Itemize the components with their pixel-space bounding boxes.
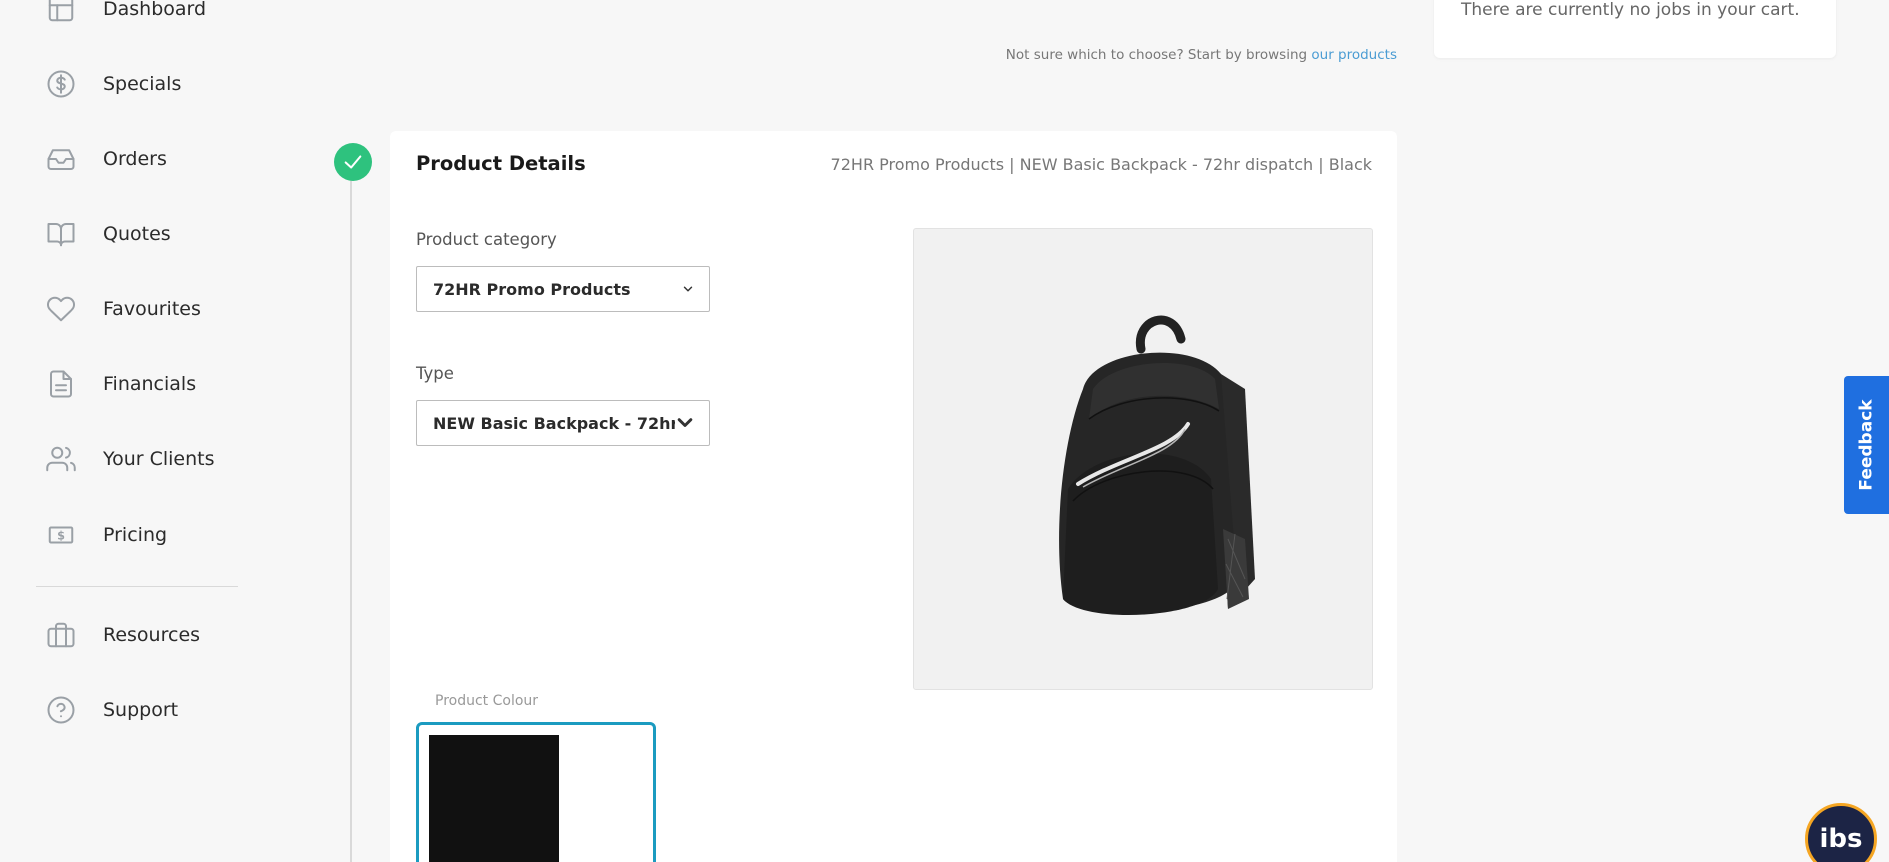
sidebar-item-specials[interactable]: Specials [44,64,181,104]
heart-icon [44,292,78,326]
help-circle-icon [44,693,78,727]
feedback-tab[interactable]: Feedback [1844,376,1889,514]
sidebar-item-support[interactable]: Support [44,690,178,730]
dashboard-icon [44,0,78,26]
sidebar-item-dashboard[interactable]: Dashboard [44,0,206,29]
cart-empty-text: There are currently no jobs in your cart… [1461,0,1800,20]
product-breadcrumb: 72HR Promo Products | NEW Basic Backpack… [830,155,1372,174]
product-colour-label: Product Colour [435,693,539,709]
backpack-image [1059,315,1255,616]
sidebar-item-resources[interactable]: Resources [44,615,200,655]
chevron-down-icon [683,286,693,292]
sidebar-item-financials[interactable]: Financials [44,364,196,404]
product-details-card: Product Details 72HR Promo Products | NE… [390,131,1397,862]
browse-hint: Not sure which to choose? Start by brows… [1006,47,1397,63]
sidebar-item-label: Support [103,699,179,721]
document-icon [44,367,78,401]
sidebar-item-label: Quotes [103,223,171,245]
step-line [350,178,352,862]
book-icon [44,217,78,251]
browse-hint-text: Not sure which to choose? Start by brows… [1005,47,1312,63]
page: Dashboard Specials Orders Quotes Favouri… [0,0,1889,862]
sidebar-item-orders[interactable]: Orders [44,139,167,179]
sidebar-item-label: Orders [103,148,167,170]
chevron-down-icon [677,418,693,427]
sidebar-item-pricing[interactable]: $ Pricing [44,515,167,555]
sidebar-divider [36,586,238,587]
colour-chip [429,735,559,862]
sidebar-item-label: Specials [103,73,182,95]
ibs-logo-text: ibs [1819,824,1863,854]
our-products-link[interactable]: our products [1311,47,1397,63]
sidebar-item-quotes[interactable]: Quotes [44,214,171,254]
sidebar-item-your-clients[interactable]: Your Clients [44,439,215,479]
category-select-value: 72HR Promo Products [433,279,631,299]
type-select[interactable]: NEW Basic Backpack - 72hr dispatch [416,400,710,446]
card-title: Product Details [416,152,586,175]
sidebar-item-label: Your Clients [103,448,215,470]
type-select-value: NEW Basic Backpack - 72hr dispatch [433,413,675,433]
sidebar-item-label: Pricing [103,524,168,546]
sidebar: Dashboard Specials Orders Quotes Favouri… [0,0,330,862]
users-icon [44,442,78,476]
category-label: Product category [416,230,557,249]
cart-panel: There are currently no jobs in your cart… [1434,0,1836,58]
colour-swatch-black[interactable] [416,722,656,862]
inbox-icon [44,142,78,176]
briefcase-icon [44,618,78,652]
svg-text:$: $ [57,529,65,542]
sidebar-item-label: Resources [103,624,201,646]
ibs-chat-badge[interactable]: ibs [1805,803,1877,862]
sidebar-item-label: Financials [103,373,197,395]
dollar-circle-icon [44,67,78,101]
banknote-icon: $ [44,518,78,552]
sidebar-item-label: Favourites [103,298,201,320]
sidebar-item-favourites[interactable]: Favourites [44,289,201,329]
feedback-label: Feedback [1856,399,1877,491]
sidebar-item-label: Dashboard [103,0,207,20]
step-complete-icon [334,143,372,181]
type-label: Type [416,364,454,383]
product-image [913,228,1373,690]
category-select[interactable]: 72HR Promo Products [416,266,710,312]
